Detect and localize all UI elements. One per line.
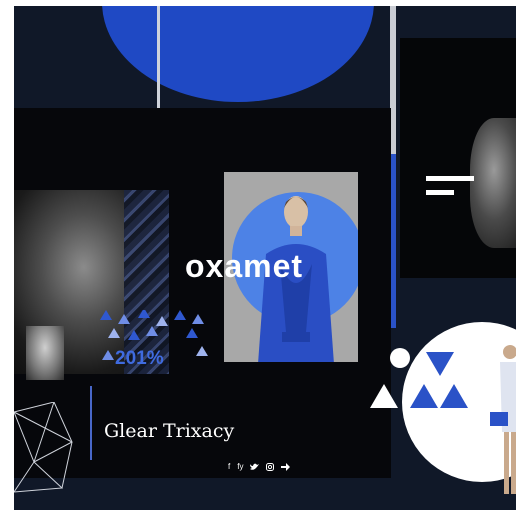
vertical-rule xyxy=(157,6,160,108)
wireframe-decoration xyxy=(14,402,73,493)
right-slide xyxy=(400,38,516,278)
shape-cluster xyxy=(370,352,468,408)
portrait-photo-right xyxy=(470,118,516,248)
fy-label[interactable]: fy xyxy=(237,462,243,471)
dash-decoration xyxy=(426,176,474,181)
dash-decoration-short xyxy=(426,190,454,195)
presentation-canvas: 201% oxamet Glear Trixacy f fy xyxy=(14,6,516,510)
instagram-icon[interactable] xyxy=(266,462,275,471)
social-links: f fy xyxy=(228,462,291,471)
percent-label: 201% xyxy=(115,348,164,369)
standing-woman-figure xyxy=(490,345,516,494)
twitter-icon[interactable] xyxy=(250,463,260,471)
accent-rule xyxy=(90,386,92,460)
thumbnail-photo xyxy=(26,326,64,380)
brand-wordmark: oxamet xyxy=(185,248,304,284)
slide-subtitle: Glear Trixacy xyxy=(104,420,235,442)
arrow-icon[interactable] xyxy=(281,462,291,471)
facebook-icon[interactable]: f xyxy=(228,462,230,471)
blue-circle-decoration xyxy=(102,6,374,102)
